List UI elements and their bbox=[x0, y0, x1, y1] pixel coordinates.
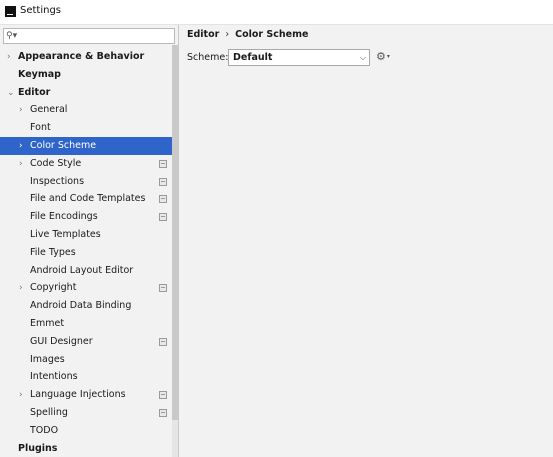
breadcrumb-separator: › bbox=[225, 29, 230, 40]
sidebar-item-label: Android Layout Editor bbox=[30, 265, 134, 276]
sidebar-item-label: TODO bbox=[30, 425, 59, 436]
sidebar-item-label: Keymap bbox=[18, 69, 61, 80]
search-box[interactable]: ⚲▾ bbox=[3, 28, 175, 44]
project-settings-icon bbox=[159, 178, 167, 186]
sidebar-item-label: Font bbox=[30, 122, 51, 133]
sidebar-item[interactable]: File and Code Templates bbox=[0, 190, 178, 208]
sidebar-scrollbar[interactable] bbox=[172, 45, 178, 457]
sidebar-item-label: Copyright bbox=[30, 282, 77, 293]
sidebar-item[interactable]: Android Data Binding bbox=[0, 297, 178, 315]
sidebar-item[interactable]: › General bbox=[0, 101, 178, 119]
sidebar-item-label: General bbox=[30, 104, 68, 115]
sidebar-item-label: Color Scheme bbox=[30, 140, 97, 151]
sidebar-item-label: File Types bbox=[30, 247, 76, 258]
sidebar-item-label: Plugins bbox=[18, 443, 58, 454]
sidebar-item[interactable]: Intentions bbox=[0, 368, 178, 386]
content-panel: Editor › Color Scheme Scheme: Default ⌵ ⚙▾ bbox=[179, 25, 553, 457]
gear-icon[interactable]: ⚙▾ bbox=[376, 51, 392, 63]
sidebar-item-label: Inspections bbox=[30, 176, 85, 187]
sidebar-item-label: Android Data Binding bbox=[30, 300, 132, 311]
chevron-right-icon[interactable]: › bbox=[19, 279, 23, 297]
sidebar-item[interactable]: Font bbox=[0, 119, 178, 137]
project-settings-icon bbox=[159, 409, 167, 417]
sidebar-item[interactable]: File Encodings bbox=[0, 208, 178, 226]
chevron-right-icon[interactable]: › bbox=[7, 48, 11, 66]
chevron-right-icon[interactable]: › bbox=[19, 155, 23, 173]
search-input[interactable] bbox=[20, 29, 170, 43]
scrollbar-thumb[interactable] bbox=[172, 45, 178, 420]
sidebar-item-label: Editor bbox=[18, 87, 51, 98]
sidebar-item-label: Code Style bbox=[30, 158, 82, 169]
sidebar-item[interactable]: File Types bbox=[0, 244, 178, 262]
project-settings-icon bbox=[159, 160, 167, 168]
breadcrumb: Editor › Color Scheme bbox=[187, 29, 308, 40]
sidebar-item[interactable]: GUI Designer bbox=[0, 333, 178, 351]
sidebar-item-label: Images bbox=[30, 354, 65, 365]
window-title: Settings bbox=[20, 5, 62, 16]
sidebar-item[interactable]: Plugins bbox=[0, 440, 178, 457]
project-settings-icon bbox=[159, 284, 167, 292]
search-icon[interactable]: ⚲▾ bbox=[6, 29, 17, 43]
sidebar-item[interactable]: Live Templates bbox=[0, 226, 178, 244]
sidebar-item-label: Intentions bbox=[30, 371, 78, 382]
sidebar-item[interactable]: Images bbox=[0, 351, 178, 369]
sidebar-item[interactable]: Spelling bbox=[0, 404, 178, 422]
sidebar-item[interactable]: TODO bbox=[0, 422, 178, 440]
sidebar-item[interactable]: ⌄ Editor bbox=[0, 84, 178, 102]
chevron-down-icon: ⌵ bbox=[359, 53, 366, 62]
title-bar: Settings bbox=[0, 0, 553, 25]
sidebar-item-label: Live Templates bbox=[30, 229, 101, 240]
scheme-dropdown[interactable]: Default ⌵ bbox=[228, 49, 370, 66]
sidebar-item-label: File and Code Templates bbox=[30, 193, 146, 204]
chevron-right-icon[interactable]: › bbox=[19, 386, 23, 404]
chevron-right-icon[interactable]: › bbox=[19, 101, 23, 119]
sidebar-item[interactable]: › Copyright bbox=[0, 279, 178, 297]
settings-sidebar: ⚲▾ › Appearance & Behavior Keymap ⌄ Editor › G… bbox=[0, 25, 179, 457]
sidebar-item-label: Spelling bbox=[30, 407, 68, 418]
breadcrumb-parent[interactable]: Editor bbox=[187, 29, 219, 40]
sidebar-item[interactable]: Inspections bbox=[0, 173, 178, 191]
sidebar-item[interactable]: › Code Style bbox=[0, 155, 178, 173]
sidebar-item-label: File Encodings bbox=[30, 211, 98, 222]
sidebar-item[interactable]: › Language Injections bbox=[0, 386, 178, 404]
sidebar-item[interactable]: › Color Scheme bbox=[0, 137, 178, 155]
sidebar-item-label: Emmet bbox=[30, 318, 65, 329]
chevron-down-icon[interactable]: ⌄ bbox=[7, 84, 15, 102]
scheme-label: Scheme: bbox=[187, 52, 229, 63]
project-settings-icon bbox=[159, 213, 167, 221]
sidebar-item[interactable]: Android Layout Editor bbox=[0, 262, 178, 280]
sidebar-item-label: Language Injections bbox=[30, 389, 126, 400]
chevron-right-icon[interactable]: › bbox=[19, 137, 23, 155]
project-settings-icon bbox=[159, 195, 167, 203]
app-icon bbox=[5, 6, 16, 17]
sidebar-item[interactable]: Emmet bbox=[0, 315, 178, 333]
sidebar-item[interactable]: › Appearance & Behavior bbox=[0, 48, 178, 66]
breadcrumb-current: Color Scheme bbox=[235, 29, 309, 40]
project-settings-icon bbox=[159, 391, 167, 399]
settings-window: Settings ⚲▾ › Appearance & Behavior Keymap… bbox=[0, 0, 553, 457]
sidebar-item-label: Appearance & Behavior bbox=[18, 51, 145, 62]
sidebar-item-label: GUI Designer bbox=[30, 336, 93, 347]
sidebar-item[interactable]: Keymap bbox=[0, 66, 178, 84]
project-settings-icon bbox=[159, 338, 167, 346]
scheme-value: Default bbox=[233, 52, 273, 63]
